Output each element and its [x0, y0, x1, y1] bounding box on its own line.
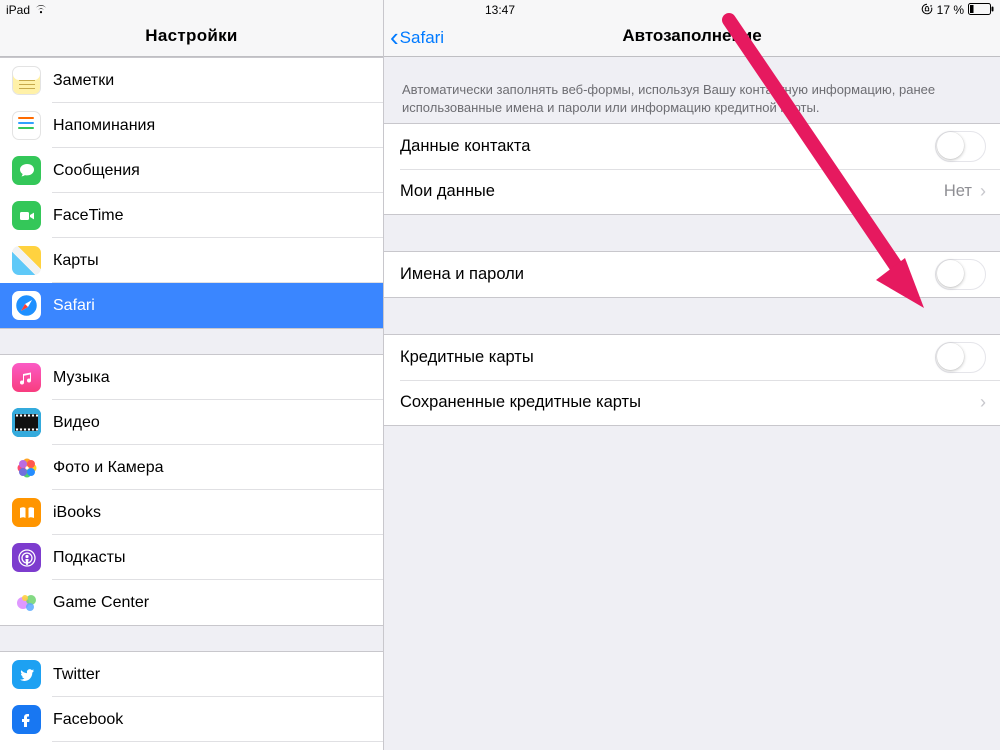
cell-title: Имена и пароли — [400, 265, 935, 284]
maps-icon — [12, 246, 41, 275]
sidebar-item-twitter[interactable]: Twitter — [0, 652, 383, 697]
sidebar-item-messages[interactable]: Сообщения — [0, 148, 383, 193]
battery-icon — [968, 3, 994, 18]
wifi-icon — [34, 3, 48, 17]
video-icon — [12, 408, 41, 437]
cell-saved-cards[interactable]: Сохраненные кредитные карты › — [384, 380, 1000, 425]
sidebar-item-label: Видео — [53, 414, 100, 432]
reminders-icon — [12, 111, 41, 140]
sidebar-item-gamecenter[interactable]: Game Center — [0, 580, 383, 625]
sidebar-title: Настройки — [145, 26, 237, 46]
podcasts-icon — [12, 543, 41, 572]
device-label: iPad — [6, 3, 30, 17]
facebook-icon — [12, 705, 41, 734]
group-passwords: Имена и пароли — [384, 251, 1000, 298]
sidebar-item-label: Twitter — [53, 666, 100, 684]
toggle-contact-data[interactable] — [935, 131, 986, 162]
cell-title: Данные контакта — [400, 137, 935, 156]
back-label: Safari — [400, 28, 444, 48]
sidebar-item-label: Музыка — [53, 369, 110, 387]
sidebar-item-label: Подкасты — [53, 549, 125, 567]
cell-contact-data[interactable]: Данные контакта — [384, 124, 1000, 169]
sidebar-item-label: iBooks — [53, 504, 101, 522]
sidebar-item-safari[interactable]: Safari — [0, 283, 383, 328]
settings-sidebar: Настройки Заметки Напоминания Сообщения … — [0, 0, 384, 750]
cell-names-passwords[interactable]: Имена и пароли — [384, 252, 1000, 297]
sidebar-item-facetime[interactable]: FaceTime — [0, 193, 383, 238]
detail-title: Автозаполнение — [622, 26, 761, 46]
cell-credit-cards[interactable]: Кредитные карты — [384, 335, 1000, 380]
rotation-lock-icon — [921, 3, 933, 18]
cell-title: Сохраненные кредитные карты — [400, 393, 980, 412]
sidebar-item-video[interactable]: Видео — [0, 400, 383, 445]
sidebar-item-reminders[interactable]: Напоминания — [0, 103, 383, 148]
notes-icon — [12, 66, 41, 95]
facetime-icon — [12, 201, 41, 230]
sidebar-item-flickr[interactable]: Flickr — [0, 742, 383, 750]
section-caption: Автоматически заполнять веб-формы, испол… — [384, 81, 1000, 123]
music-icon — [12, 363, 41, 392]
back-button[interactable]: ‹ Safari — [390, 28, 444, 48]
sidebar-item-podcasts[interactable]: Подкасты — [0, 535, 383, 580]
sidebar-item-facebook[interactable]: Facebook — [0, 697, 383, 742]
photos-icon — [12, 453, 41, 482]
sidebar-item-label: Фото и Камера — [53, 459, 164, 477]
chevron-right-icon: › — [980, 392, 986, 413]
chevron-right-icon: › — [980, 181, 986, 202]
sidebar-item-notes[interactable]: Заметки — [0, 58, 383, 103]
ibooks-icon — [12, 498, 41, 527]
cell-title: Мои данные — [400, 182, 944, 201]
gamecenter-icon — [12, 588, 41, 617]
sidebar-item-maps[interactable]: Карты — [0, 238, 383, 283]
group-cards: Кредитные карты Сохраненные кредитные ка… — [384, 334, 1000, 426]
group-contact: Данные контакта Мои данные Нет › — [384, 123, 1000, 215]
sidebar-item-label: Game Center — [53, 594, 149, 612]
battery-percent: 17 % — [937, 3, 964, 17]
sidebar-item-label: Карты — [53, 252, 99, 270]
sidebar-item-photos[interactable]: Фото и Камера — [0, 445, 383, 490]
toggle-credit-cards[interactable] — [935, 342, 986, 373]
cell-my-data[interactable]: Мои данные Нет › — [384, 169, 1000, 214]
sidebar-item-ibooks[interactable]: iBooks — [0, 490, 383, 535]
detail-pane: ‹ Safari Автозаполнение Автоматически за… — [384, 0, 1000, 750]
sidebar-item-label: FaceTime — [53, 207, 124, 225]
sidebar-item-music[interactable]: Музыка — [0, 355, 383, 400]
toggle-names-passwords[interactable] — [935, 259, 986, 290]
sidebar-item-label: Заметки — [53, 72, 114, 90]
twitter-icon — [12, 660, 41, 689]
sidebar-item-label: Напоминания — [53, 117, 155, 135]
cell-title: Кредитные карты — [400, 348, 935, 367]
sidebar-item-label: Safari — [53, 297, 95, 315]
safari-icon — [12, 291, 41, 320]
sidebar-item-label: Facebook — [53, 711, 123, 729]
cell-value: Нет — [944, 182, 972, 201]
chevron-left-icon: ‹ — [390, 29, 399, 46]
sidebar-item-label: Сообщения — [53, 162, 140, 180]
status-bar: iPad 13:47 17 % — [0, 0, 1000, 20]
messages-icon — [12, 156, 41, 185]
clock: 13:47 — [485, 3, 515, 17]
